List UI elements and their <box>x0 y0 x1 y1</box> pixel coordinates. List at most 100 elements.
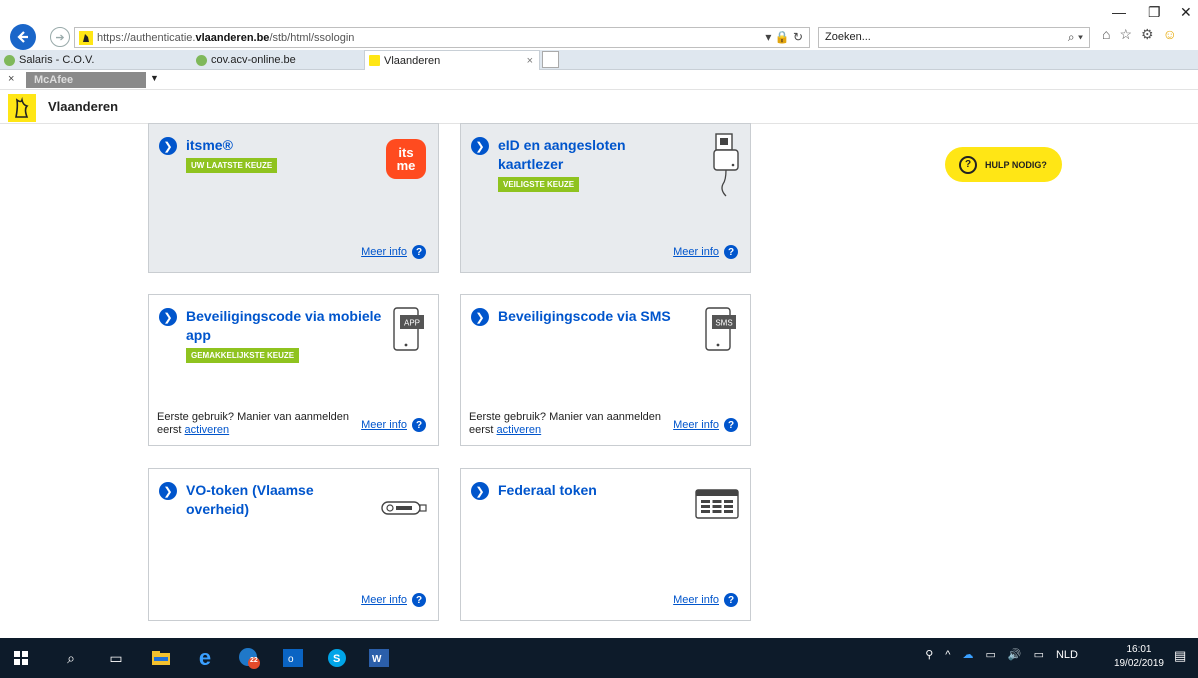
word-icon[interactable]: W <box>368 647 390 669</box>
badge-count: 22 <box>250 657 258 664</box>
activate-link[interactable]: activeren <box>497 424 542 436</box>
card-title[interactable]: eID en aangesloten kaartlezer <box>498 136 626 174</box>
login-option-itsme[interactable]: ❯ itsme® UW LAATSTE KEUZE its me Meer inf… <box>148 123 439 273</box>
chevron-right-icon: ❯ <box>159 137 177 155</box>
phone-sms-icon: SMS <box>705 307 736 351</box>
login-option-vo-token[interactable]: ❯ VO-token (Vlaamse overheid) Meer info ? <box>148 468 439 621</box>
login-option-mobile-app[interactable]: ❯ Beveiligingscode via mobiele app GEMAKK… <box>148 294 439 446</box>
search-icon[interactable]: ⌕ <box>60 647 82 669</box>
favorites-star-icon[interactable]: ☆ <box>1119 26 1132 43</box>
login-option-eid[interactable]: ❯ eID en aangesloten kaartlezer VEILIGSTE… <box>460 123 751 273</box>
help-question-icon[interactable]: ? <box>724 245 738 259</box>
clock[interactable]: 16:01 19/02/2019 <box>1114 643 1164 671</box>
address-tools[interactable]: ▾ 🔒 ↻ <box>765 30 803 44</box>
people-icon[interactable]: ⚲ <box>925 648 933 661</box>
meer-info-link[interactable]: Meer info <box>361 419 407 431</box>
address-bar[interactable]: https://authenticatie.vlaanderen.be/stb/… <box>74 27 810 48</box>
meer-info[interactable]: Meer info ? <box>673 245 738 259</box>
card-reader-icon <box>713 133 739 197</box>
tab-label: Vlaanderen <box>384 54 441 67</box>
mcafee-button[interactable]: McAfee <box>26 72 146 88</box>
meer-info[interactable]: Meer info ? <box>361 245 426 259</box>
card-title[interactable]: VO-token (Vlaamse overheid) <box>186 481 314 519</box>
mcafee-toolbar: × McAfee ▼ <box>0 71 1198 90</box>
volume-icon[interactable]: 🔊 <box>1008 648 1022 661</box>
battery-icon[interactable]: ▭ <box>1034 648 1044 661</box>
close-window-icon[interactable]: ✕ <box>1180 4 1192 21</box>
chevron-up-icon[interactable]: ^ <box>945 649 950 661</box>
meer-info[interactable]: Meer info ? <box>361 593 426 607</box>
file-explorer-icon[interactable] <box>150 647 172 669</box>
language-indicator[interactable]: NLD <box>1056 649 1078 661</box>
tab-close-icon[interactable]: × <box>527 55 533 67</box>
card-title[interactable]: Federaal token <box>498 481 597 500</box>
back-button[interactable] <box>10 24 36 50</box>
smiley-icon[interactable]: ☺ <box>1163 26 1177 43</box>
first-use-text: Eerste gebruik? Manier van aanmelden eer… <box>157 411 350 436</box>
meer-info-link[interactable]: Meer info <box>673 246 719 258</box>
card-title[interactable]: itsme® <box>186 136 277 155</box>
itsme-logo-icon: its me <box>386 139 426 179</box>
card-title[interactable]: Beveiligingscode via SMS <box>498 307 671 326</box>
minimize-icon[interactable]: — <box>1112 4 1126 20</box>
task-view-icon[interactable]: ▭ <box>105 647 127 669</box>
site-header: Vlaanderen <box>0 91 1198 124</box>
onedrive-icon[interactable]: ☁ <box>962 648 973 661</box>
outlook-icon[interactable]: o <box>282 647 304 669</box>
tab-label: cov.acv-online.be <box>211 54 296 66</box>
help-question-icon[interactable]: ? <box>724 418 738 432</box>
svg-text:S: S <box>333 653 340 665</box>
notifications-icon[interactable]: ▤ <box>1174 648 1192 666</box>
card-title[interactable]: Beveiligingscode via mobiele app <box>186 307 381 345</box>
chevron-right-icon: ❯ <box>471 137 489 155</box>
site-name[interactable]: Vlaanderen <box>48 99 118 114</box>
svg-text:APP: APP <box>404 319 420 328</box>
vlaanderen-lion-logo[interactable] <box>8 94 36 122</box>
tab-favicon-icon <box>369 55 380 66</box>
tab-label: Salaris - C.O.V. <box>19 54 95 66</box>
meer-info-link[interactable]: Meer info <box>361 594 407 606</box>
search-placeholder: Zoeken... <box>825 31 871 43</box>
restore-icon[interactable]: ❐ <box>1148 4 1161 21</box>
meer-info[interactable]: Meer info ? <box>673 593 738 607</box>
app-badge-icon[interactable]: 22 <box>238 647 260 669</box>
windows-start-icon[interactable] <box>10 647 32 669</box>
settings-gear-icon[interactable]: ⚙ <box>1141 26 1154 43</box>
chevron-right-icon: ❯ <box>159 308 177 326</box>
activate-link[interactable]: activeren <box>185 424 230 436</box>
meer-info-link[interactable]: Meer info <box>673 594 719 606</box>
new-tab-button[interactable] <box>542 51 559 68</box>
search-input[interactable]: Zoeken... ⌕ ▾ <box>818 27 1090 48</box>
help-question-icon[interactable]: ? <box>724 593 738 607</box>
usb-token-icon <box>381 501 427 515</box>
svg-text:W: W <box>372 654 382 665</box>
help-button[interactable]: ? HULP NODIG? <box>945 147 1062 182</box>
svg-text:o: o <box>288 654 294 665</box>
meer-info[interactable]: Meer info ? <box>673 418 738 432</box>
choice-badge: GEMAKKELIJKSTE KEUZE <box>186 348 300 363</box>
tab-cov[interactable]: cov.acv-online.be <box>192 50 362 70</box>
tab-vlaanderen[interactable]: Vlaanderen × <box>364 50 540 70</box>
login-option-sms[interactable]: ❯ Beveiligingscode via SMS SMS Eerste ge… <box>460 294 751 446</box>
network-icon[interactable]: ▭ <box>985 648 995 661</box>
help-question-icon[interactable]: ? <box>412 245 426 259</box>
choice-badge: VEILIGSTE KEUZE <box>498 177 580 192</box>
search-icon[interactable]: ⌕ ▾ <box>1068 30 1083 45</box>
login-option-federaal-token[interactable]: ❯ Federaal token Meer info ? <box>460 468 751 621</box>
help-question-icon[interactable]: ? <box>412 418 426 432</box>
internet-explorer-icon[interactable]: e <box>194 645 216 670</box>
chevron-right-icon: ❯ <box>159 482 177 500</box>
home-icon[interactable]: ⌂ <box>1102 26 1110 43</box>
windows-taskbar: ⌕ ▭ e 22 o S W ⚲ ^ ☁ ▭ 🔊 ▭ NLD 16:01 19/… <box>0 638 1198 678</box>
help-question-icon[interactable]: ? <box>412 593 426 607</box>
svg-text:SMS: SMS <box>715 319 732 328</box>
toolbar-close-icon[interactable]: × <box>8 73 14 85</box>
toolbar-dropdown-icon[interactable]: ▼ <box>150 73 159 83</box>
skype-icon[interactable]: S <box>326 647 348 669</box>
forward-button[interactable]: ➔ <box>50 27 70 47</box>
meer-info-link[interactable]: Meer info <box>361 246 407 258</box>
meer-info[interactable]: Meer info ? <box>361 418 426 432</box>
meer-info-link[interactable]: Meer info <box>673 419 719 431</box>
tab-favicon-icon <box>4 54 15 66</box>
tab-salaris[interactable]: Salaris - C.O.V. <box>0 50 190 70</box>
